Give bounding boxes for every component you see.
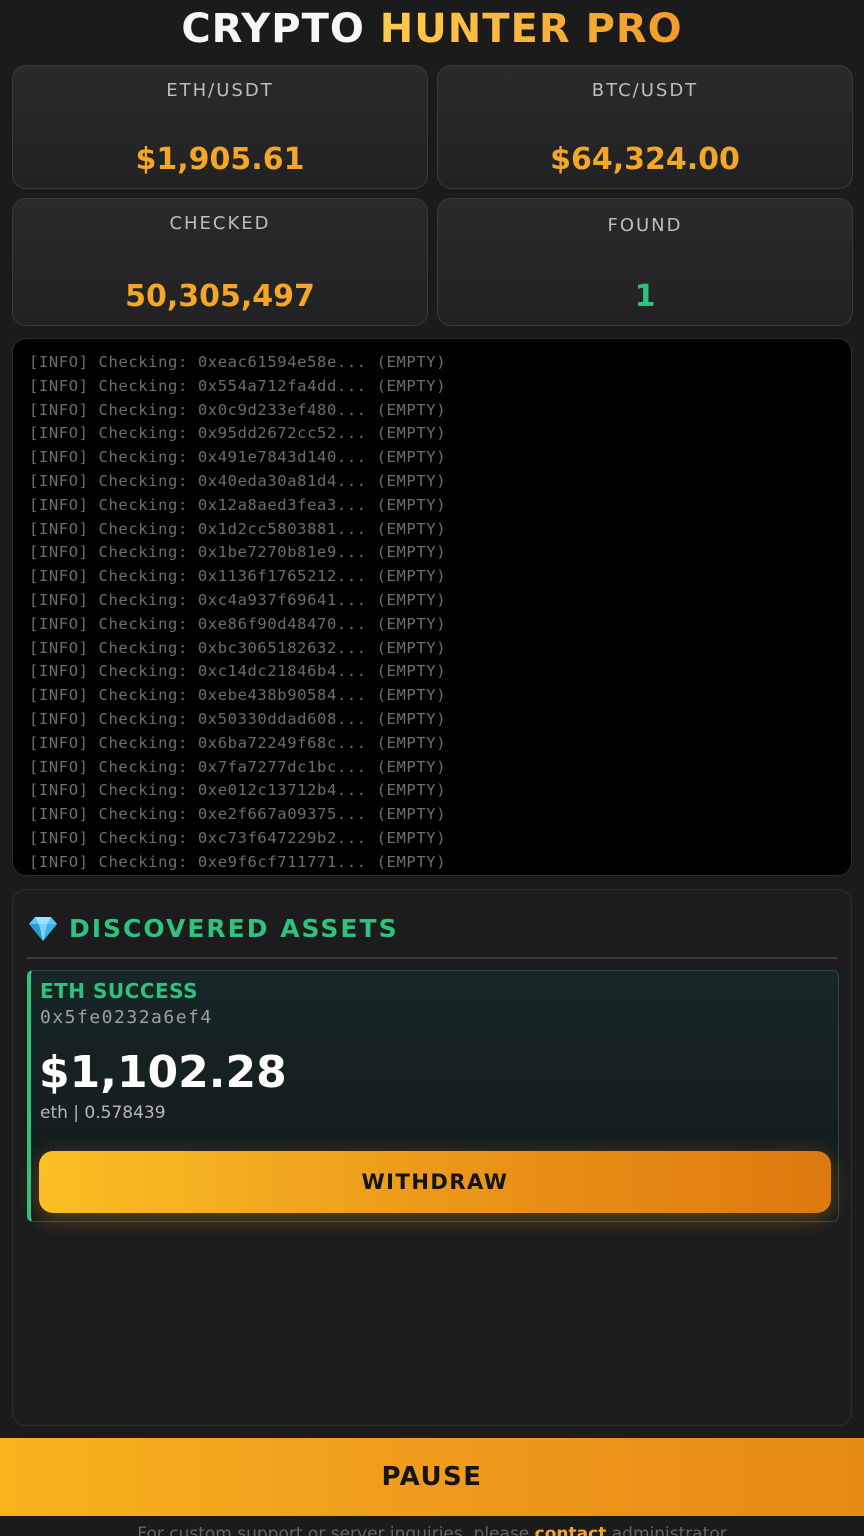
stat-value: $64,324.00 [550,142,740,177]
stat-card-checked: CHECKED 50,305,497 [12,198,428,326]
log-line: [INFO] Checking: 0xc14dc21846b4... (EMPT… [29,662,447,681]
log-line: [INFO] Checking: 0xe012c13712b4... (EMPT… [29,781,447,800]
log-line: [INFO] Checking: 0xc4a937f69641... (EMPT… [29,590,447,609]
page-title: CRYPTO HUNTER PRO [0,6,864,52]
log-line: [INFO] Checking: 0x50330ddad608... (EMPT… [29,709,447,728]
assets-header: DISCOVERED ASSETS [27,908,399,948]
stat-label: BTC/USDT [591,80,699,101]
log-line: [INFO] Checking: 0xe86f90d48470... (EMPT… [29,614,447,633]
stat-label: FOUND [607,215,683,236]
assets-title: DISCOVERED ASSETS [69,913,399,943]
discovered-assets-panel: DISCOVERED ASSETS ETH SUCCESS 0x5fe0232a… [12,889,852,1426]
gem-icon [29,917,57,941]
stat-label: ETH/USDT [166,80,274,101]
footer-note: For custom support or server inquiries, … [0,1524,864,1536]
title-part-2: HUNTER PRO [379,6,683,52]
log-line: [INFO] Checking: 0x95dd2672cc52... (EMPT… [29,424,447,443]
log-line: [INFO] Checking: 0x491e7843d140... (EMPT… [29,448,447,467]
asset-status: ETH SUCCESS [40,979,199,1003]
log-line: [INFO] Checking: 0xc73f647229b2... (EMPT… [29,828,447,847]
log-line: [INFO] Checking: 0x1136f1765212... (EMPT… [29,567,447,586]
asset-detail: eth | 0.578439 [40,1103,166,1123]
log-line: [INFO] Checking: 0x1d2cc5803881... (EMPT… [29,519,447,538]
title-part-1: CRYPTO [181,6,365,52]
asset-usd-value: $1,102.28 [39,1047,287,1098]
stat-card-eth-usdt: ETH/USDT $1,905.61 [12,65,428,189]
divider [27,957,837,959]
stat-card-found: FOUND 1 [437,198,853,326]
scan-log-console[interactable]: [INFO] Checking: 0xeac61594e58e... (EMPT… [12,338,852,876]
log-line: [INFO] Checking: 0xbc3065182632... (EMPT… [29,638,447,657]
log-line: [INFO] Checking: 0x1be7270b81e9... (EMPT… [29,543,447,562]
pause-button[interactable]: PAUSE [0,1438,864,1516]
stat-value: $1,905.61 [135,142,305,177]
contact-link[interactable]: contact [535,1524,607,1536]
log-line: [INFO] Checking: 0x40eda30a81d4... (EMPT… [29,471,447,490]
log-line: [INFO] Checking: 0x7fa7277dc1bc... (EMPT… [29,757,447,776]
log-line: [INFO] Checking: 0xe9f6cf711771... (EMPT… [29,852,447,871]
footer-text: For custom support or server inquiries, … [137,1524,530,1536]
app-screen: CRYPTO HUNTER PRO ETH/USDT $1,905.61 BTC… [0,0,864,1536]
log-line: [INFO] Checking: 0x12a8aed3fea3... (EMPT… [29,495,447,514]
asset-address: 0x5fe0232a6ef4 [40,1007,213,1028]
withdraw-button[interactable]: WITHDRAW [39,1151,831,1213]
footer-text-end: administrator [611,1524,727,1536]
log-line: [INFO] Checking: 0xeac61594e58e... (EMPT… [29,353,447,371]
stat-label: CHECKED [169,213,271,234]
stat-value: 50,305,497 [125,279,315,314]
log-line: [INFO] Checking: 0x6ba72249f68c... (EMPT… [29,733,447,752]
log-line: [INFO] Checking: 0x0c9d233ef480... (EMPT… [29,400,447,419]
log-line: [INFO] Checking: 0x554a712fa4dd... (EMPT… [29,376,447,395]
stat-card-btc-usdt: BTC/USDT $64,324.00 [437,65,853,189]
log-line: [INFO] Checking: 0xebe438b90584... (EMPT… [29,686,447,705]
log-line: [INFO] Checking: 0xe2f667a09375... (EMPT… [29,805,447,824]
stat-value: 1 [634,279,656,314]
asset-card: ETH SUCCESS 0x5fe0232a6ef4 $1,102.28 eth… [27,970,839,1222]
